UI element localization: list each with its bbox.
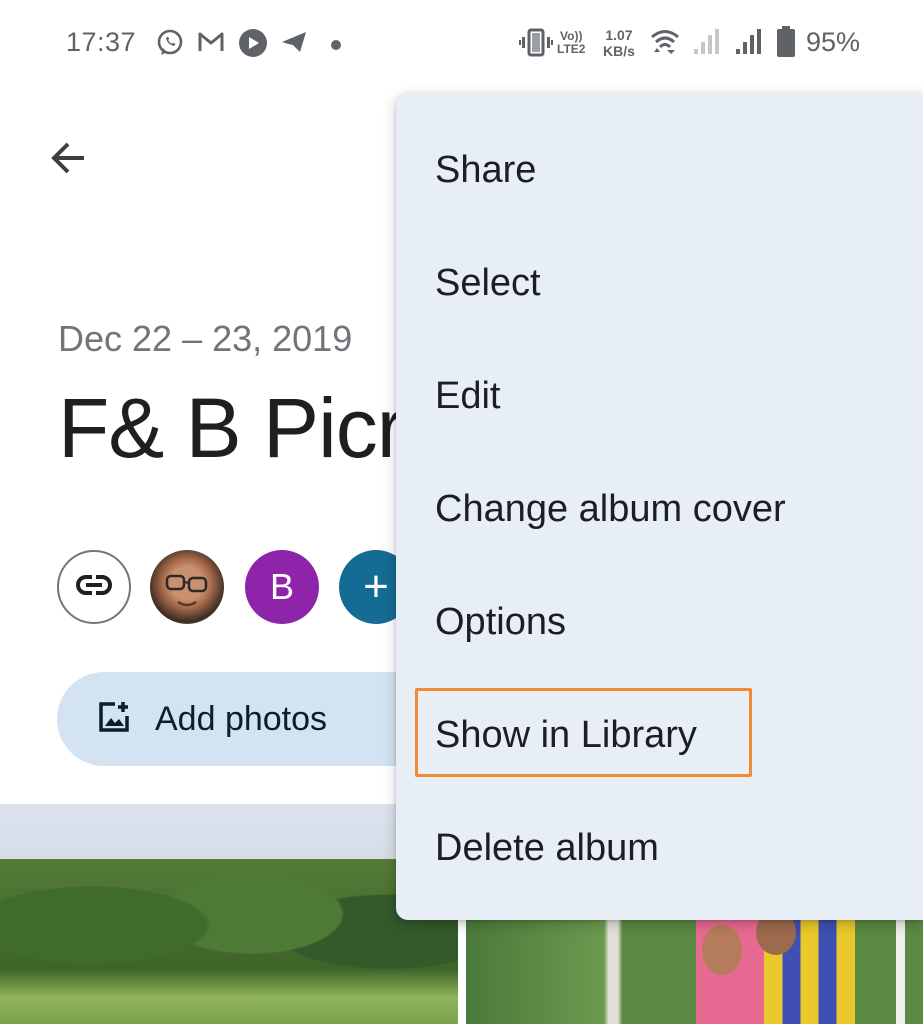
back-button[interactable]: [36, 130, 96, 190]
volte-indicator: Vo)) LTE2: [557, 29, 586, 56]
share-link-button[interactable]: [57, 550, 131, 624]
plus-icon: +: [363, 562, 389, 611]
more-dot-icon: [330, 38, 342, 56]
network-speed: 1.07 KB/s: [603, 27, 635, 59]
menu-item-edit[interactable]: Edit: [396, 340, 923, 453]
battery-icon: [776, 26, 796, 63]
avatar-user-photo[interactable]: [150, 550, 224, 624]
signal-sim1-icon: [693, 28, 721, 61]
link-icon: [76, 574, 112, 600]
menu-item-show-in-library[interactable]: Show in Library: [396, 679, 923, 792]
avatar-initial[interactable]: B: [245, 550, 319, 624]
photo-thumbnail-park[interactable]: [0, 804, 458, 1024]
arrow-back-icon: [46, 138, 86, 183]
vibrate-icon: [519, 28, 553, 63]
menu-item-options[interactable]: Options: [396, 566, 923, 679]
add-photos-label: Add photos: [155, 699, 328, 738]
youtube-play-icon: [238, 28, 268, 63]
menu-item-select[interactable]: Select: [396, 227, 923, 340]
add-photo-icon: [97, 700, 131, 739]
telegram-icon: [280, 28, 308, 61]
menu-item-share[interactable]: Share: [396, 114, 923, 227]
battery-percent: 95%: [806, 27, 861, 57]
menu-item-delete-album[interactable]: Delete album: [396, 792, 923, 905]
signal-sim2-icon: [735, 28, 763, 61]
overflow-menu: Share Select Edit Change album cover Opt…: [396, 93, 923, 920]
album-date-range: Dec 22 – 23, 2019: [58, 318, 353, 359]
wifi-icon: [650, 28, 680, 61]
status-bar: 17:37 Vo)) LTE2 1.07 KB/s 95%: [0, 0, 923, 88]
whatsapp-icon: [156, 28, 184, 63]
album-title[interactable]: F& B Picr: [58, 380, 405, 477]
photo-thumbnail-couple[interactable]: [466, 920, 923, 1024]
gmail-icon: [197, 28, 225, 61]
status-time: 17:37: [66, 27, 137, 57]
avatar-photo-glasses: [165, 574, 208, 607]
menu-item-change-album-cover[interactable]: Change album cover: [396, 453, 923, 566]
